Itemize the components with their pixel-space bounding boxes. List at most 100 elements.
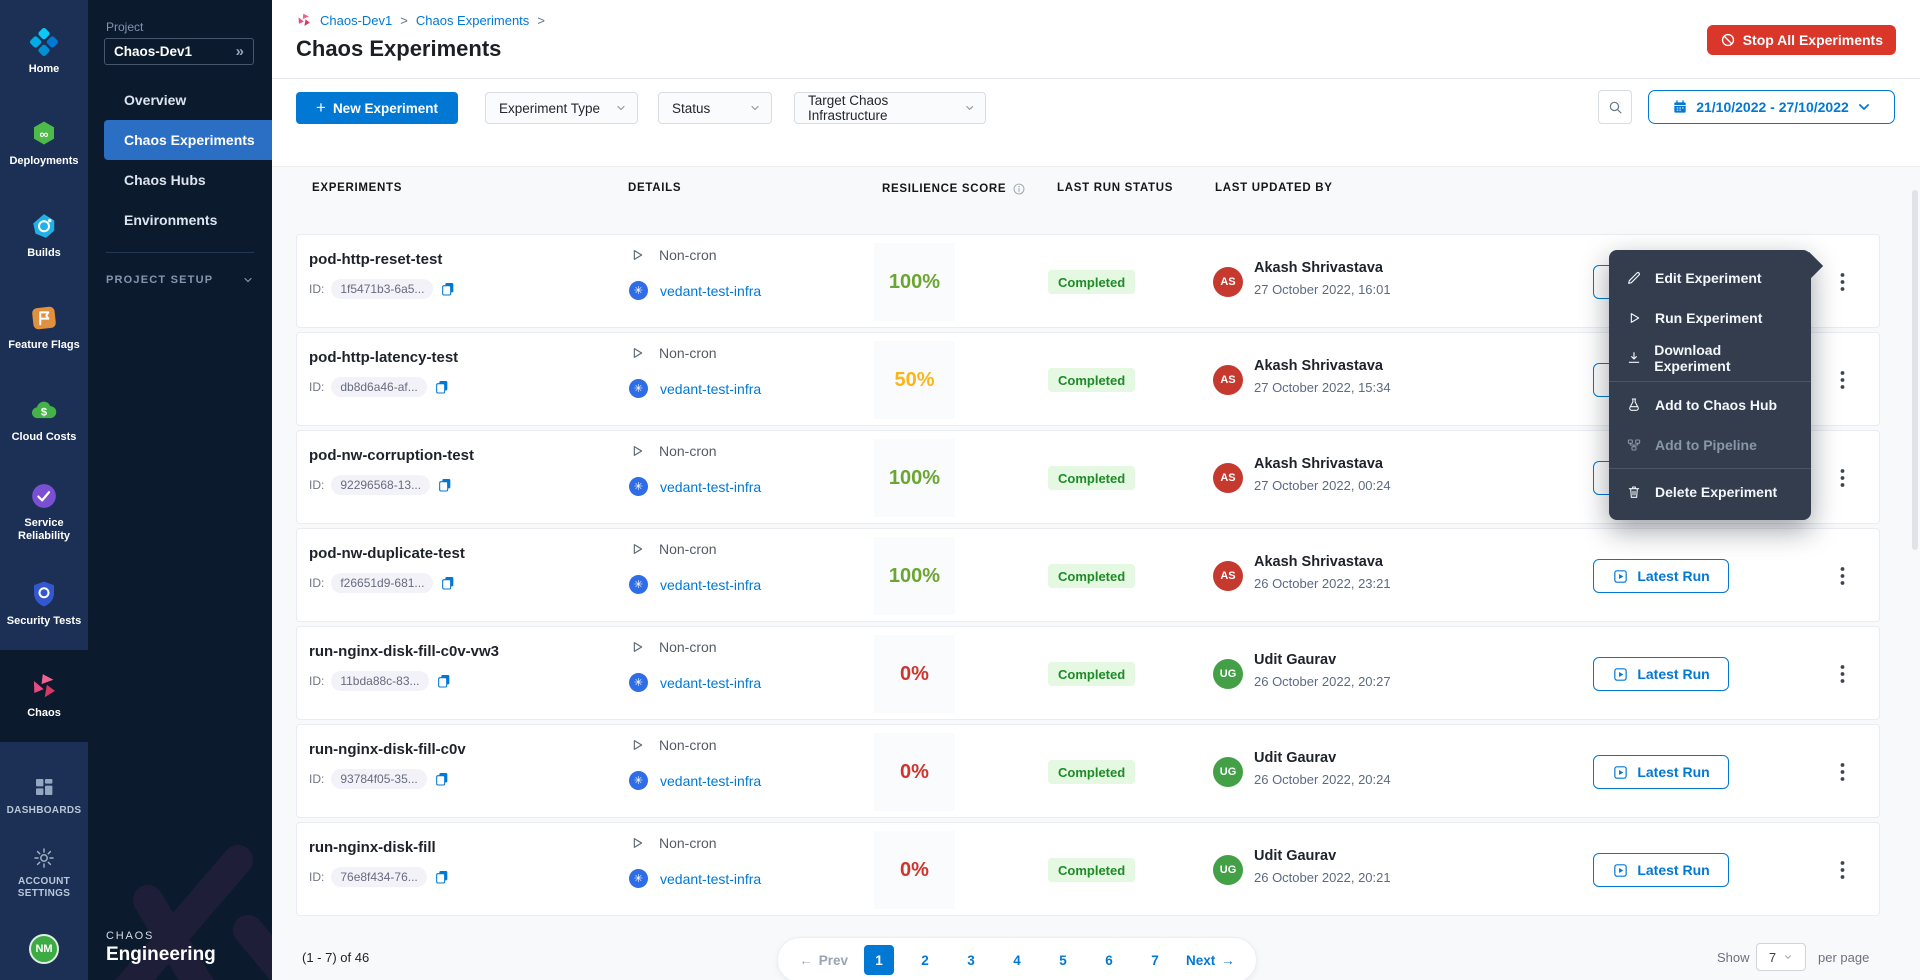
experiment-name[interactable]: pod-nw-corruption-test xyxy=(309,447,474,464)
id-label: ID: xyxy=(309,478,324,492)
security-tests-icon xyxy=(29,579,59,609)
menu-item-edit-experiment[interactable]: Edit Experiment xyxy=(1609,258,1811,298)
experiment-name[interactable]: run-nginx-disk-fill xyxy=(309,839,436,856)
copy-icon[interactable] xyxy=(434,379,450,395)
infrastructure-line: ✳ vedant-test-infra xyxy=(629,477,761,496)
page-button-6[interactable]: 6 xyxy=(1094,945,1124,975)
kubernetes-icon: ✳ xyxy=(629,673,648,692)
experiment-name[interactable]: pod-http-reset-test xyxy=(309,251,442,268)
infrastructure-link[interactable]: vedant-test-infra xyxy=(660,675,761,691)
copy-icon[interactable] xyxy=(437,477,453,493)
breadcrumb-separator: > xyxy=(537,13,545,28)
prev-page-button[interactable]: ← Prev xyxy=(799,953,848,968)
updated-by-name: Akash Shrivastava xyxy=(1254,260,1383,276)
menu-item-add-to-pipeline[interactable]: Add to Pipeline xyxy=(1609,425,1811,465)
experiment-name[interactable]: run-nginx-disk-fill-c0v xyxy=(309,741,466,758)
row-menu-button[interactable] xyxy=(1829,755,1855,789)
kebab-icon xyxy=(1840,762,1845,782)
nav-item-chaos-experiments[interactable]: Chaos Experiments xyxy=(104,120,272,160)
experiment-name[interactable]: run-nginx-disk-fill-c0v-vw3 xyxy=(309,643,499,660)
chaos-breadcrumb-icon xyxy=(296,12,312,28)
info-icon[interactable] xyxy=(1012,182,1026,196)
page-button-2[interactable]: 2 xyxy=(910,945,940,975)
sidebar-item-dashboards[interactable]: DASHBOARDS xyxy=(0,775,88,818)
run-report-icon xyxy=(1612,764,1629,781)
experiment-id-line: ID: 11bda88c-83... xyxy=(309,671,452,691)
search-button[interactable] xyxy=(1598,90,1632,124)
sidebar-item-builds[interactable]: Builds xyxy=(0,190,88,282)
infrastructure-link[interactable]: vedant-test-infra xyxy=(660,773,761,789)
menu-item-download-experiment[interactable]: Download Experiment xyxy=(1609,338,1811,378)
page-button-1[interactable]: 1 xyxy=(864,945,894,975)
row-menu-button[interactable] xyxy=(1829,265,1855,299)
latest-run-button[interactable]: Latest Run xyxy=(1593,657,1729,691)
play-outline-icon xyxy=(629,737,645,753)
latest-run-button[interactable]: Latest Run xyxy=(1593,853,1729,887)
breadcrumb-experiments-link[interactable]: Chaos Experiments xyxy=(416,13,529,28)
breadcrumb-project-link[interactable]: Chaos-Dev1 xyxy=(320,13,392,28)
page-button-7[interactable]: 7 xyxy=(1140,945,1170,975)
latest-run-button[interactable]: Latest Run xyxy=(1593,755,1729,789)
collapse-panel-icon[interactable]: » xyxy=(236,43,244,60)
sidebar-item-chaos[interactable]: Chaos xyxy=(0,650,88,742)
target-infrastructure-filter[interactable]: Target Chaos Infrastructure xyxy=(794,92,986,124)
experiment-name[interactable]: pod-nw-duplicate-test xyxy=(309,545,465,562)
sidebar-item-deployments[interactable]: ∞ Deployments xyxy=(0,98,88,190)
play-outline-icon xyxy=(629,345,645,361)
experiment-type-filter[interactable]: Experiment Type xyxy=(485,92,638,124)
page-button-5[interactable]: 5 xyxy=(1048,945,1078,975)
copy-icon[interactable] xyxy=(440,575,456,591)
latest-run-button[interactable]: Latest Run xyxy=(1593,559,1729,593)
copy-icon[interactable] xyxy=(434,771,450,787)
row-menu-button[interactable] xyxy=(1829,853,1855,887)
user-avatar[interactable]: NM xyxy=(29,934,59,964)
row-menu-button[interactable] xyxy=(1829,559,1855,593)
page-button-4[interactable]: 4 xyxy=(1002,945,1032,975)
experiment-name[interactable]: pod-http-latency-test xyxy=(309,349,458,366)
sidebar-item-security-tests[interactable]: Security Tests xyxy=(0,558,88,650)
service-reliability-icon xyxy=(29,481,59,511)
status-badge: Completed xyxy=(1048,270,1135,294)
status-filter[interactable]: Status xyxy=(658,92,772,124)
nav-item-overview[interactable]: Overview xyxy=(88,80,272,120)
menu-item-run-experiment[interactable]: Run Experiment xyxy=(1609,298,1811,338)
nav-item-chaos-hubs[interactable]: Chaos Hubs xyxy=(88,160,272,200)
infrastructure-link[interactable]: vedant-test-infra xyxy=(660,381,761,397)
kebab-icon xyxy=(1840,664,1845,684)
row-menu-button[interactable] xyxy=(1829,461,1855,495)
page-size-select[interactable]: 7 xyxy=(1756,943,1806,971)
resilience-score-tile: 100% xyxy=(874,439,955,517)
kubernetes-icon: ✳ xyxy=(629,379,648,398)
new-experiment-button[interactable]: + New Experiment xyxy=(296,92,458,124)
infrastructure-link[interactable]: vedant-test-infra xyxy=(660,283,761,299)
copy-icon[interactable] xyxy=(440,281,456,297)
menu-item-add-to-chaos-hub[interactable]: Add to Chaos Hub xyxy=(1609,385,1811,425)
copy-icon[interactable] xyxy=(434,869,450,885)
infrastructure-link[interactable]: vedant-test-infra xyxy=(660,479,761,495)
sidebar-item-home[interactable]: Home xyxy=(0,6,88,98)
nav-item-environments[interactable]: Environments xyxy=(88,200,272,240)
avatar: AS xyxy=(1213,365,1243,395)
infrastructure-link[interactable]: vedant-test-infra xyxy=(660,871,761,887)
scrollbar-thumb[interactable] xyxy=(1912,190,1918,550)
sidebar-item-service-reliability[interactable]: Service Reliability xyxy=(0,466,88,558)
row-menu-button[interactable] xyxy=(1829,657,1855,691)
resilience-score-value: 0% xyxy=(900,761,929,784)
page-button-3[interactable]: 3 xyxy=(956,945,986,975)
sidebar-item-feature-flags[interactable]: Feature Flags xyxy=(0,282,88,374)
updated-by-date: 27 October 2022, 16:01 xyxy=(1254,282,1391,297)
stop-all-experiments-button[interactable]: Stop All Experiments xyxy=(1707,25,1896,55)
menu-item-delete-experiment[interactable]: Delete Experiment xyxy=(1609,472,1811,512)
chevron-down-icon xyxy=(242,274,254,286)
sidebar-item-account-settings[interactable]: ACCOUNT SETTINGS xyxy=(0,846,88,901)
row-menu-button[interactable] xyxy=(1829,363,1855,397)
dashboards-icon xyxy=(32,775,56,799)
project-setup-section[interactable]: PROJECT SETUP xyxy=(106,274,254,286)
infrastructure-link[interactable]: vedant-test-infra xyxy=(660,577,761,593)
sidebar-item-cloud-costs[interactable]: $ Cloud Costs xyxy=(0,374,88,466)
updated-by-date: 26 October 2022, 20:24 xyxy=(1254,772,1391,787)
next-page-button[interactable]: Next → xyxy=(1186,953,1235,968)
project-selector[interactable]: Chaos-Dev1 » xyxy=(104,38,254,65)
date-range-picker[interactable]: 21/10/2022 - 27/10/2022 xyxy=(1648,90,1895,124)
copy-icon[interactable] xyxy=(436,673,452,689)
